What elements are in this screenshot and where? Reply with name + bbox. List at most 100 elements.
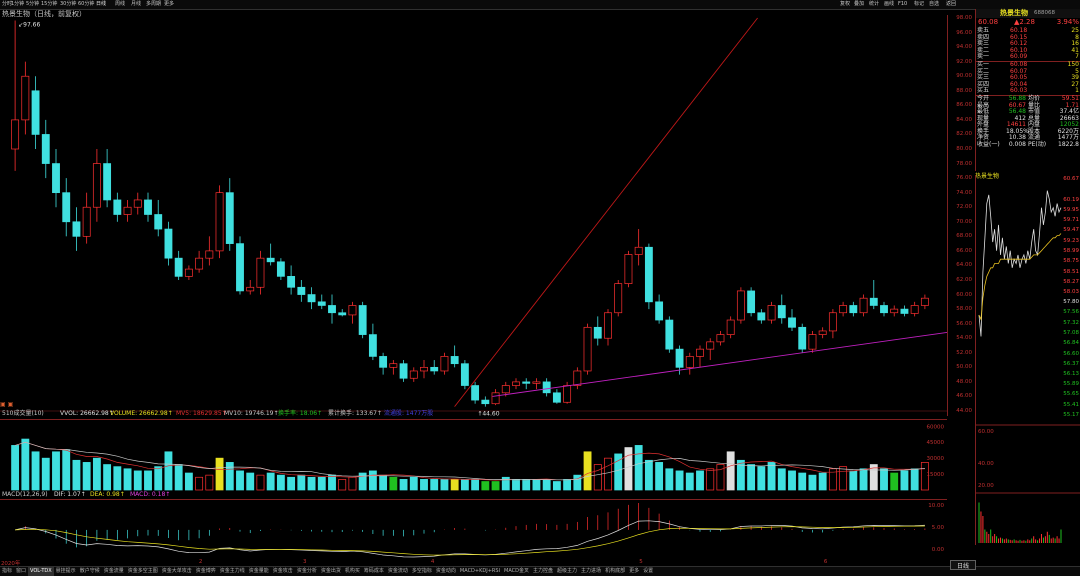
candle[interactable] [604,309,612,346]
candle[interactable] [338,309,347,317]
candle[interactable] [481,396,490,407]
candle[interactable] [368,323,377,361]
candle[interactable] [859,294,868,317]
candle[interactable] [808,330,817,353]
candle[interactable] [195,250,204,273]
candle[interactable] [420,360,428,379]
candle[interactable] [696,345,704,368]
candle[interactable] [593,316,602,346]
candle[interactable] [287,265,296,295]
candle[interactable] [512,378,520,390]
period-tab-daily[interactable]: 日线 [950,560,976,570]
candle[interactable] [440,352,449,375]
candle[interactable] [225,178,234,251]
candle[interactable] [910,301,919,317]
candle[interactable] [552,389,561,404]
candle[interactable] [236,236,244,295]
candle[interactable] [430,360,439,375]
candle[interactable] [144,192,152,222]
period-tab-10[interactable]: 更多 [164,0,174,9]
candle[interactable] [685,352,694,375]
candle[interactable] [328,294,336,324]
candle[interactable] [828,309,837,339]
toolbar-button-1[interactable]: 叠加 [854,0,864,9]
candle[interactable] [379,352,388,375]
candle[interactable] [747,287,756,317]
period-tab-4[interactable]: 30分钟 [60,0,76,9]
candle[interactable] [297,280,306,302]
candle[interactable] [174,250,183,280]
period-tab-2[interactable]: 5分钟 [26,0,39,9]
volume-chart[interactable]: 60000 45000 30000 15000 [0,419,947,491]
candle[interactable] [624,250,633,288]
candle[interactable] [72,207,81,251]
candle[interactable] [716,330,725,346]
candle[interactable] [573,367,582,390]
candle[interactable] [542,378,551,397]
candle[interactable] [92,149,101,222]
candle[interactable] [706,338,715,361]
toolbar-button-5[interactable]: 标记 [914,0,924,9]
candle[interactable] [532,378,541,390]
toolbar-button-6[interactable]: 自选 [929,0,939,9]
candle[interactable] [890,305,899,317]
toolbar-button-4[interactable]: F10 [898,0,907,9]
candle[interactable] [880,301,888,317]
toolbar-button-3[interactable]: 画线 [884,0,894,9]
candle[interactable] [655,294,664,324]
candle[interactable] [246,280,255,295]
candle[interactable] [256,250,265,295]
candlestick-chart[interactable]: ↙97.66↑44.60 [0,15,947,416]
candle[interactable] [491,389,500,406]
candle[interactable] [164,221,173,266]
toolbar-button-0[interactable]: 复权 [840,0,850,9]
candle[interactable] [869,280,878,310]
toolbar-button-2[interactable]: 统计 [869,0,879,9]
candle[interactable] [409,367,418,382]
candle[interactable] [665,316,674,353]
period-tab-6[interactable]: 日线 [96,0,106,9]
candle[interactable] [276,258,285,280]
candle[interactable] [777,294,786,324]
candle[interactable] [389,360,398,375]
candle[interactable] [133,192,142,215]
candle[interactable] [399,360,408,382]
candle[interactable] [460,360,469,390]
period-tab-3[interactable]: 15分钟 [41,0,57,9]
candle[interactable] [307,287,316,310]
candle[interactable] [348,301,357,324]
candle[interactable] [839,301,848,317]
candle[interactable] [644,243,653,310]
candle[interactable] [900,305,909,317]
candle[interactable] [450,345,459,368]
candle[interactable] [818,327,827,339]
candle[interactable] [205,236,214,266]
toolbar-button-7[interactable]: 返回 [946,0,956,9]
candle[interactable] [31,76,40,149]
candle[interactable] [767,301,776,324]
candle[interactable] [154,199,163,237]
candle[interactable] [583,323,592,375]
candle[interactable] [62,178,71,237]
candle[interactable] [798,323,807,353]
candle[interactable] [634,229,643,266]
candle[interactable] [103,149,112,208]
period-tab-7[interactable]: 周线 [115,0,125,9]
candle[interactable] [11,20,20,171]
candle[interactable] [113,192,122,222]
candle[interactable] [757,309,766,324]
macd-chart[interactable]: 10.00 5.00 0.00 [0,499,947,559]
candle[interactable] [41,119,50,179]
candle[interactable] [736,287,745,324]
candle[interactable] [184,265,193,280]
candle[interactable] [215,185,224,259]
candle[interactable] [522,378,531,390]
candle[interactable] [266,243,275,266]
candle[interactable] [21,61,30,135]
candle[interactable] [52,149,60,208]
candle[interactable] [726,316,735,339]
period-tab-5[interactable]: 60分钟 [78,0,94,9]
candle[interactable] [614,280,623,317]
candle[interactable] [358,301,367,339]
period-tab-8[interactable]: 月线 [131,0,141,9]
